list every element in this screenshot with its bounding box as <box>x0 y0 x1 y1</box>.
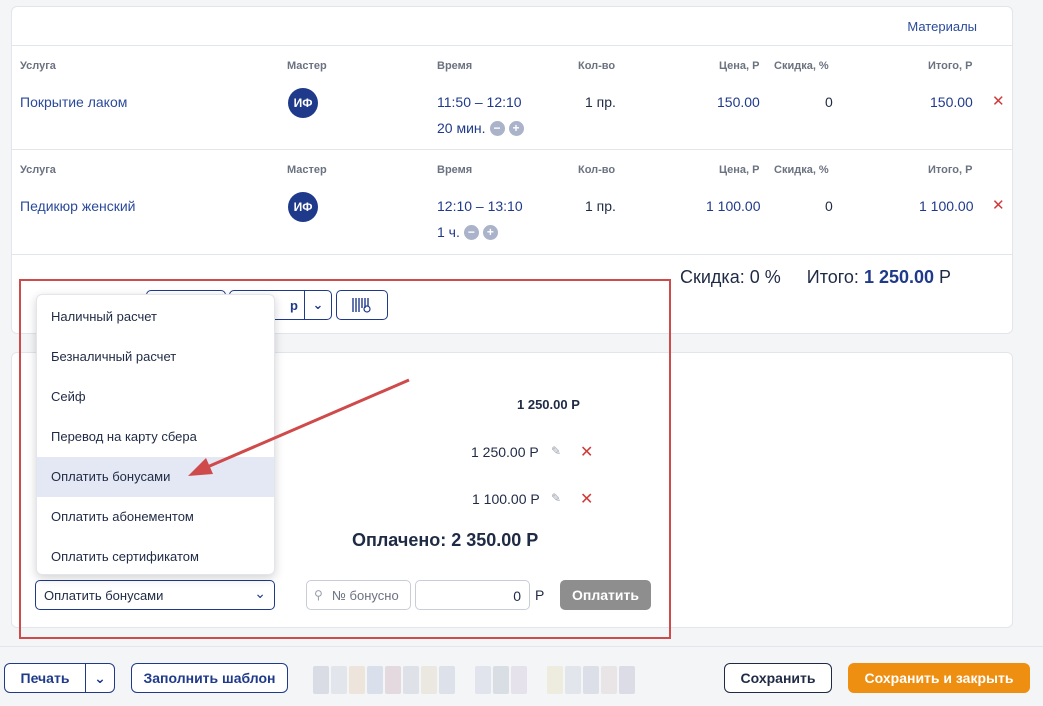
service-total: 1 100.00 <box>919 198 974 214</box>
total-value: 1 250.00 <box>863 267 935 287</box>
print-button[interactable]: Печать <box>4 663 86 693</box>
master-avatar[interactable]: ИФ <box>288 192 318 222</box>
save-button[interactable]: Сохранить <box>724 663 832 693</box>
header-master: Мастер <box>287 60 327 72</box>
duration-control: 20 мин. − + <box>437 120 524 136</box>
duration-value: 1 ч. <box>437 224 460 240</box>
menu-item-subscription[interactable]: Оплатить абонементом <box>37 497 274 537</box>
save-and-close-button[interactable]: Сохранить и закрыть <box>848 663 1030 693</box>
amount-due: 1 250.00 Р <box>517 397 580 412</box>
menu-item-card-transfer[interactable]: Перевод на карту сбера <box>37 417 274 457</box>
service-discount[interactable]: 0 <box>825 198 833 214</box>
add-product-dropdown-button[interactable]: ⌄ <box>304 290 332 320</box>
service-name[interactable]: Покрытие лаком <box>20 94 127 110</box>
discount-summary: Скидка: 0 % <box>680 267 781 287</box>
header-time: Время <box>437 60 473 72</box>
menu-item-safe[interactable]: Сейф <box>37 377 274 417</box>
add-product-label: р <box>290 297 298 313</box>
service-qty[interactable]: 1 пр. <box>585 198 616 214</box>
payment-method-select[interactable]: Оплатить бонусами ⌄ <box>35 580 275 610</box>
delete-service-icon[interactable]: ✕ <box>992 92 1005 110</box>
selected-method: Оплатить бонусами <box>44 588 164 603</box>
service-qty[interactable]: 1 пр. <box>585 94 616 110</box>
decrease-duration-button[interactable]: − <box>463 224 479 240</box>
menu-item-cashless[interactable]: Безналичный расчет <box>37 337 274 377</box>
fill-template-button[interactable]: Заполнить шаблон <box>131 663 288 693</box>
service-price[interactable]: 150.00 <box>717 94 760 110</box>
header-qty: Кол-во <box>578 60 616 72</box>
delete-payment-icon[interactable]: ✕ <box>580 442 593 462</box>
delete-payment-icon[interactable]: ✕ <box>580 489 593 509</box>
menu-item-bonuses[interactable]: Оплатить бонусами <box>37 457 274 497</box>
chevron-down-icon: ⌄ <box>254 585 266 601</box>
materials-link[interactable]: Материалы <box>907 19 977 34</box>
duration-value: 20 мин. <box>437 120 486 136</box>
header-discount: Скидка, % <box>774 60 829 72</box>
service-discount[interactable]: 0 <box>825 94 833 110</box>
edit-icon[interactable]: ✎ <box>551 491 561 505</box>
total-currency: Р <box>939 267 952 287</box>
menu-item-cash[interactable]: Наличный расчет <box>37 297 274 337</box>
payment-method-menu: Наличный расчет Безналичный расчет Сейф … <box>36 294 275 575</box>
pay-button[interactable]: Оплатить <box>560 580 651 610</box>
payment-amount: 1 250.00 Р <box>471 444 539 460</box>
service-time[interactable]: 12:10 – 13:10 <box>437 198 523 214</box>
duration-control: 1 ч. − + <box>437 224 498 240</box>
service-name[interactable]: Педикюр женский <box>20 198 135 214</box>
bonus-placeholder: № бонусно <box>332 588 399 603</box>
service-row: Услуга Мастер Время Кол-во Цена, Р Скидк… <box>12 150 1012 255</box>
currency-label: Р <box>535 587 545 603</box>
print-options-button[interactable]: ⌄ <box>85 663 115 693</box>
master-avatar[interactable]: ИФ <box>288 88 318 118</box>
search-icon: ⚲ <box>314 588 323 602</box>
header-price: Цена, Р <box>719 60 760 72</box>
header-service: Услуга <box>20 60 56 72</box>
header-discount: Скидка, % <box>774 164 829 176</box>
header-price: Цена, Р <box>719 164 760 176</box>
delete-service-icon[interactable]: ✕ <box>992 196 1005 214</box>
service-time[interactable]: 11:50 – 12:10 <box>437 94 522 110</box>
chevron-down-icon: ⌄ <box>94 669 106 686</box>
barcode-scan-button[interactable] <box>336 290 388 320</box>
header-master: Мастер <box>287 164 327 176</box>
service-row: Услуга Мастер Время Кол-во Цена, Р Скидк… <box>12 45 1012 150</box>
increase-duration-button[interactable]: + <box>482 224 498 240</box>
barcode-icon <box>352 298 371 313</box>
payment-amount: 1 100.00 Р <box>472 491 540 507</box>
service-total: 150.00 <box>930 94 973 110</box>
chevron-down-icon: ⌄ <box>312 297 324 312</box>
header-qty: Кол-во <box>578 164 616 176</box>
order-totals: Скидка: 0 % Итого: 1 250.00 Р <box>680 267 951 288</box>
bonus-card-search-input[interactable]: ⚲ № бонусно <box>306 580 411 610</box>
edit-icon[interactable]: ✎ <box>551 444 561 458</box>
header-total: Итого, Р <box>928 60 973 72</box>
decrease-duration-button[interactable]: − <box>489 120 505 136</box>
amount-input[interactable]: 0 <box>415 580 530 610</box>
header-time: Время <box>437 164 473 176</box>
header-service: Услуга <box>20 164 56 176</box>
menu-item-certificate[interactable]: Оплатить сертификатом <box>37 537 274 577</box>
header-total: Итого, Р <box>928 164 973 176</box>
service-price[interactable]: 1 100.00 <box>706 198 761 214</box>
paid-total: Оплачено: 2 350.00 Р <box>352 530 539 550</box>
increase-duration-button[interactable]: + <box>508 120 524 136</box>
total-label: Итого: <box>806 267 859 287</box>
